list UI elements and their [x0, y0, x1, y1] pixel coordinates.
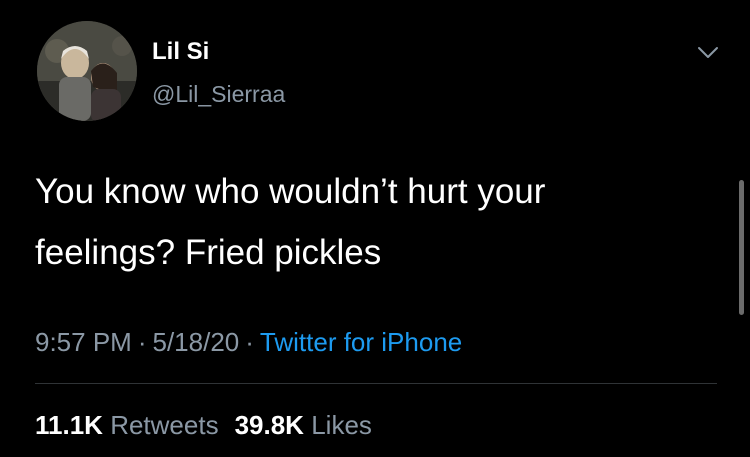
user-handle[interactable]: @Lil_Sierraa [152, 80, 285, 108]
retweets-count: 11.1K [35, 410, 103, 440]
retweets-label: Retweets [110, 410, 219, 440]
avatar[interactable] [37, 21, 137, 121]
profile-photo [37, 21, 137, 121]
likes-label: Likes [311, 410, 372, 440]
tweet-time[interactable]: 9:57 PM [35, 327, 132, 357]
tweet-meta: 9:57 PM · 5/18/20 · Twitter for iPhone [35, 325, 462, 359]
meta-separator: · [137, 327, 147, 357]
tweet-stats: 11.1K Retweets 39.8K Likes [35, 408, 372, 442]
retweets-stat[interactable]: 11.1K Retweets [35, 410, 219, 440]
tweet-text: You know who wouldn’t hurt your feelings… [35, 161, 725, 283]
tweet-text-line: You know who wouldn’t hurt your [35, 172, 546, 211]
display-name[interactable]: Lil Si [152, 38, 209, 66]
scrollbar[interactable] [739, 180, 744, 315]
divider [35, 383, 717, 384]
tweet-source-link[interactable]: Twitter for iPhone [260, 327, 462, 357]
likes-count: 39.8K [234, 410, 304, 440]
tweet-text-line: feelings? Fried pickles [35, 233, 382, 272]
tweet-date[interactable]: 5/18/20 [153, 327, 240, 357]
meta-separator: · [245, 327, 254, 357]
chevron-down-icon[interactable] [694, 38, 722, 66]
likes-stat[interactable]: 39.8K Likes [235, 410, 372, 440]
